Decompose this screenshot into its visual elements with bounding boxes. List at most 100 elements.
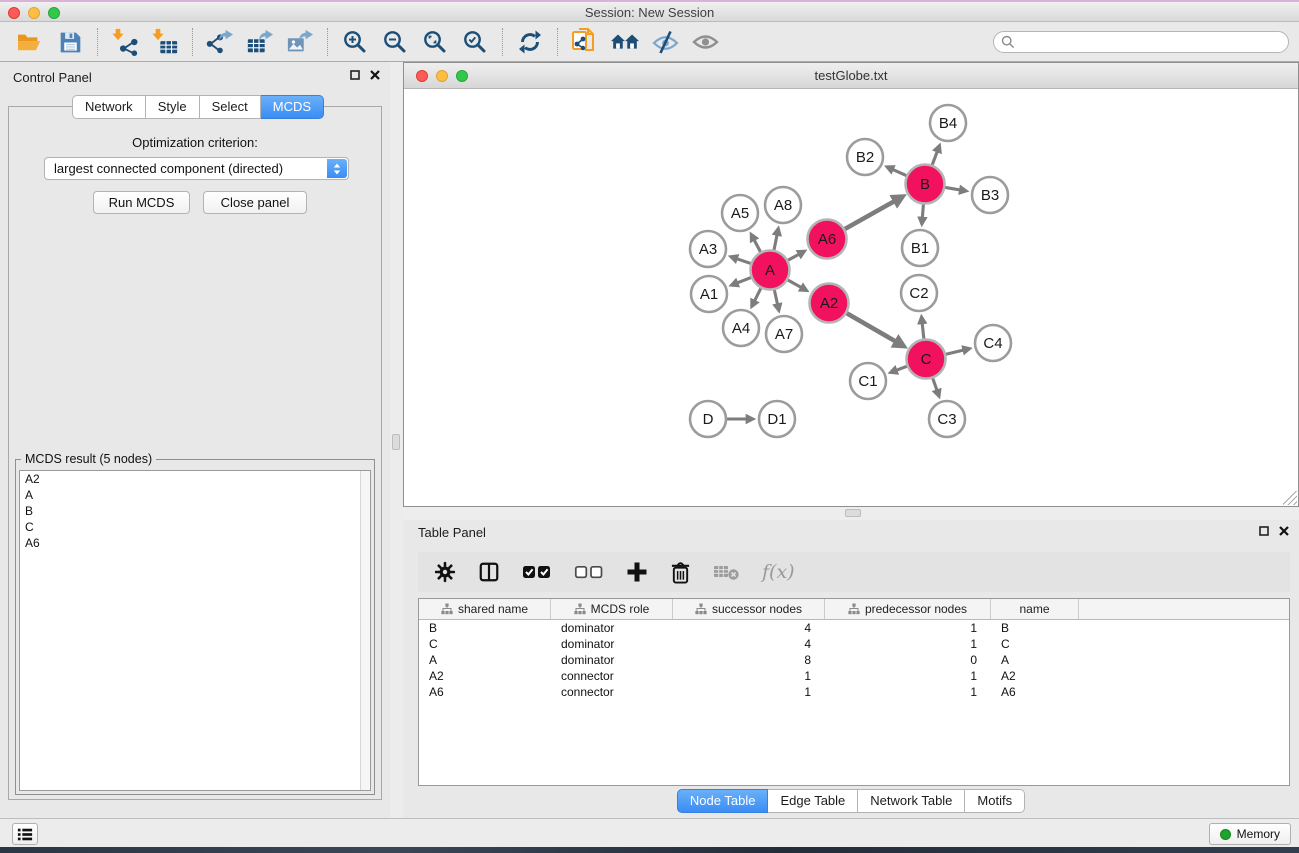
graph-node-B[interactable]: B xyxy=(906,165,945,204)
table-row[interactable]: A6connector11A6 xyxy=(419,684,1289,700)
graph-edge-A-A8[interactable] xyxy=(774,229,778,250)
deselect-all-columns-button[interactable] xyxy=(574,564,604,580)
horizontal-split-divider[interactable] xyxy=(403,507,1299,520)
table-row[interactable]: Bdominator41B xyxy=(419,620,1289,636)
result-scrollbar[interactable] xyxy=(360,471,370,790)
first-neighbors-button[interactable] xyxy=(605,26,645,58)
column-header-name[interactable]: name xyxy=(991,599,1079,619)
destroy-table-button[interactable] xyxy=(713,563,740,581)
graph-node-B4[interactable]: B4 xyxy=(930,105,966,141)
table-row[interactable]: Cdominator41C xyxy=(419,636,1289,652)
graph-edge-A-A4[interactable] xyxy=(752,288,761,306)
fit-content-button[interactable] xyxy=(415,26,455,58)
result-item[interactable]: A2 xyxy=(20,471,370,487)
run-mcds-button[interactable]: Run MCDS xyxy=(93,191,190,214)
graph-node-B2[interactable]: B2 xyxy=(847,139,883,175)
graph-edge-B-B3[interactable] xyxy=(945,187,966,191)
search-input[interactable] xyxy=(993,31,1289,53)
export-network-button[interactable] xyxy=(200,26,240,58)
column-header-predecessor-nodes[interactable]: predecessor nodes xyxy=(825,599,991,619)
zoom-selected-button[interactable] xyxy=(455,26,495,58)
tab-select[interactable]: Select xyxy=(200,95,261,119)
show-panels-button[interactable] xyxy=(12,823,38,845)
tab-style[interactable]: Style xyxy=(146,95,200,119)
graph-edge-C-C4[interactable] xyxy=(946,349,970,355)
column-header-successor-nodes[interactable]: successor nodes xyxy=(673,599,825,619)
graph-node-D[interactable]: D xyxy=(690,401,726,437)
graph-node-C1[interactable]: C1 xyxy=(850,363,886,399)
result-item[interactable]: C xyxy=(20,519,370,535)
tab-node-table[interactable]: Node Table xyxy=(677,789,769,813)
result-item[interactable]: A6 xyxy=(20,535,370,551)
show-all-button[interactable] xyxy=(685,26,725,58)
graph-edge-A-A6[interactable] xyxy=(788,251,805,260)
graph-node-C3[interactable]: C3 xyxy=(929,401,965,437)
graph-edge-C-C3[interactable] xyxy=(933,378,939,396)
graph-edge-A6-B[interactable] xyxy=(845,196,903,228)
apply-layout-button[interactable] xyxy=(510,26,550,58)
graph-edge-A-A7[interactable] xyxy=(774,290,778,311)
hide-selected-button[interactable] xyxy=(645,26,685,58)
graph-node-A2[interactable]: A2 xyxy=(810,284,849,323)
graph-node-C[interactable]: C xyxy=(907,340,946,379)
export-table-button[interactable] xyxy=(240,26,280,58)
vertical-split-grabber[interactable] xyxy=(392,434,400,450)
tab-motifs[interactable]: Motifs xyxy=(965,789,1025,813)
float-table-panel-icon[interactable] xyxy=(1259,526,1269,536)
graph-edge-B-B1[interactable] xyxy=(922,204,924,224)
graph-edge-B-B2[interactable] xyxy=(887,167,906,176)
result-item[interactable]: B xyxy=(20,503,370,519)
tab-network[interactable]: Network xyxy=(72,95,146,119)
tab-edge-table[interactable]: Edge Table xyxy=(768,789,858,813)
graph-node-B3[interactable]: B3 xyxy=(972,177,1008,213)
tab-network-table[interactable]: Network Table xyxy=(858,789,965,813)
graph-node-A[interactable]: A xyxy=(751,251,790,290)
result-item[interactable]: A xyxy=(20,487,370,503)
close-table-panel-icon[interactable] xyxy=(1279,526,1289,536)
graph-node-A1[interactable]: A1 xyxy=(691,276,727,312)
vertical-split-divider[interactable] xyxy=(390,62,403,818)
graph-edge-C-C1[interactable] xyxy=(890,366,906,372)
network-from-selection-button[interactable] xyxy=(565,26,605,58)
delete-row-button[interactable] xyxy=(670,561,691,584)
import-network-button[interactable] xyxy=(105,26,145,58)
graph-node-C4[interactable]: C4 xyxy=(975,325,1011,361)
select-all-columns-button[interactable] xyxy=(522,564,552,580)
graph-edge-C-C2[interactable] xyxy=(922,317,924,339)
graph-edge-A2-C[interactable] xyxy=(847,313,904,346)
network-canvas[interactable]: B4 B2 B B3 B1 A5A8A6 A3 A A1A4A7A2 C2 C C4 C1 C3 D D1 xyxy=(404,89,1298,506)
tab-mcds[interactable]: MCDS xyxy=(261,95,324,119)
export-image-button[interactable] xyxy=(280,26,320,58)
graph-node-A7[interactable]: A7 xyxy=(766,316,802,352)
graph-node-A3[interactable]: A3 xyxy=(690,231,726,267)
save-session-button[interactable] xyxy=(50,26,90,58)
float-panel-icon[interactable] xyxy=(350,70,360,80)
column-header-shared-name[interactable]: shared name xyxy=(419,599,551,619)
split-view-button[interactable] xyxy=(478,561,500,583)
open-session-button[interactable] xyxy=(10,26,50,58)
optimization-criterion-dropdown[interactable]: largest connected component (directed) xyxy=(44,157,349,180)
graph-node-A6[interactable]: A6 xyxy=(808,220,847,259)
close-panel-button[interactable]: Close panel xyxy=(203,191,307,214)
function-builder-button[interactable]: f(x) xyxy=(762,561,795,583)
table-settings-button[interactable] xyxy=(434,561,456,583)
graph-node-A5[interactable]: A5 xyxy=(722,195,758,231)
graph-node-C2[interactable]: C2 xyxy=(901,275,937,311)
table-row[interactable]: Adominator80A xyxy=(419,652,1289,668)
graph-node-A8[interactable]: A8 xyxy=(765,187,801,223)
close-panel-icon[interactable] xyxy=(370,70,380,80)
table-row[interactable]: A2connector11A2 xyxy=(419,668,1289,684)
graph-node-D1[interactable]: D1 xyxy=(759,401,795,437)
import-table-button[interactable] xyxy=(145,26,185,58)
graph-node-B1[interactable]: B1 xyxy=(902,230,938,266)
graph-edge-B-B4[interactable] xyxy=(932,145,939,164)
zoom-in-button[interactable] xyxy=(335,26,375,58)
horizontal-split-grabber[interactable] xyxy=(845,509,861,517)
graph-edge-A-A3[interactable] xyxy=(731,257,751,264)
zoom-out-button[interactable] xyxy=(375,26,415,58)
graph-edge-A-A2[interactable] xyxy=(788,280,807,291)
graph-node-A4[interactable]: A4 xyxy=(723,310,759,346)
memory-button[interactable]: Memory xyxy=(1209,823,1291,845)
graph-edge-A-A1[interactable] xyxy=(731,278,751,286)
graph-edge-A-A5[interactable] xyxy=(751,234,760,252)
